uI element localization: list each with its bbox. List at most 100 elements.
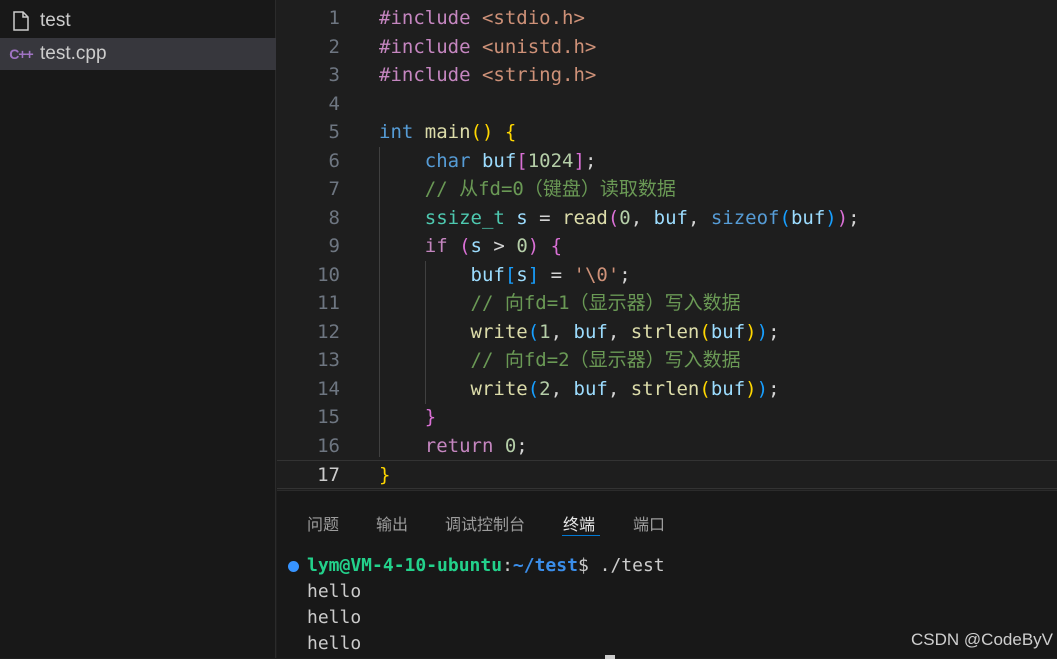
code-token: ()	[470, 121, 505, 143]
code-text: ssize_t s = read(0, buf, sizeof(buf));	[379, 204, 860, 233]
code-token: ;	[619, 263, 631, 286]
terminal-output-line: hello	[307, 581, 362, 602]
tab-terminal[interactable]: 终端	[563, 511, 595, 535]
line-number: 17	[317, 464, 340, 486]
code-token: )	[825, 206, 837, 229]
code-token: (	[459, 235, 471, 257]
code-token: (	[699, 320, 711, 343]
code-token: ,	[550, 377, 574, 400]
terminal-cursor	[605, 655, 615, 659]
cpp-file-icon: C++	[9, 46, 33, 62]
code-line[interactable]: 13 // 向fd=2（显示器）写入数据	[277, 346, 1057, 375]
code-text: #include <unistd.h>	[379, 33, 596, 62]
code-token: write	[379, 377, 528, 400]
prompt-separator: :	[502, 555, 513, 576]
code-line[interactable]: 8 ssize_t s = read(0, buf, sizeof(buf));	[277, 204, 1057, 233]
code-token: #include	[379, 64, 482, 86]
tab-problems[interactable]: 问题	[307, 511, 339, 535]
line-number: 14	[317, 377, 340, 400]
code-text: if (s > 0) {	[379, 232, 562, 261]
code-line[interactable]: 1 #include <stdio.h>	[277, 4, 1057, 33]
code-token: buf	[790, 206, 826, 229]
explorer-sidebar: test C++ test.cpp	[0, 0, 276, 658]
line-number: 15	[317, 406, 340, 428]
code-text: #include <stdio.h>	[379, 4, 585, 33]
code-token: buf	[481, 149, 517, 172]
code-token: s	[516, 263, 528, 286]
code-line[interactable]: 3 #include <string.h>	[277, 61, 1057, 90]
code-line[interactable]: 4	[277, 90, 1057, 119]
code-token: )	[745, 377, 757, 400]
code-line[interactable]: 12 write(1, buf, strlen(buf));	[277, 318, 1057, 347]
file-item-test-cpp[interactable]: C++ test.cpp	[0, 38, 276, 70]
line-number: 16	[317, 434, 340, 457]
tab-ports[interactable]: 端口	[633, 511, 665, 535]
code-text: // 向fd=2（显示器）写入数据	[379, 346, 741, 375]
file-name: test.cpp	[40, 43, 107, 64]
code-token: )	[745, 320, 757, 343]
tab-debug-console[interactable]: 调试控制台	[445, 511, 525, 535]
code-line[interactable]: 5 int main() {	[277, 118, 1057, 147]
line-number: 4	[328, 92, 340, 115]
code-text: }	[379, 403, 436, 432]
code-text: }	[379, 461, 390, 490]
code-token: ;	[768, 320, 780, 343]
code-token: ,	[687, 206, 711, 229]
code-line[interactable]: 16 return 0;	[277, 432, 1057, 461]
code-token: strlen	[630, 377, 700, 400]
code-text: buf[s] = '\0';	[379, 261, 631, 290]
prompt-user: lym@VM-4-10-ubuntu	[307, 555, 503, 576]
code-text: #include <string.h>	[379, 61, 596, 90]
line-number: 2	[328, 35, 340, 58]
code-token: 2	[539, 377, 551, 400]
code-token: s	[470, 235, 494, 257]
code-token: ,	[607, 320, 631, 343]
code-token: if	[379, 235, 460, 257]
prompt-command: $ ./test	[577, 555, 665, 576]
line-number: 3	[328, 64, 340, 86]
code-line[interactable]: 10 buf[s] = '\0';	[277, 261, 1057, 290]
code-token: ,	[550, 320, 574, 343]
code-line[interactable]: 2 #include <unistd.h>	[277, 33, 1057, 62]
code-text: // 从fd=0（键盘）读取数据	[379, 175, 676, 204]
code-line[interactable]: 7 // 从fd=0（键盘）读取数据	[277, 175, 1057, 204]
code-token: // 向fd=1（显示器）写入数据	[379, 292, 741, 314]
line-number: 5	[328, 121, 340, 143]
tab-output[interactable]: 输出	[376, 511, 408, 535]
terminal-prompt-line[interactable]: lym@VM-4-10-ubuntu:~/test$ ./test	[307, 555, 665, 576]
code-text: // 向fd=1（显示器）写入数据	[379, 289, 741, 318]
code-token: buf	[653, 206, 688, 229]
code-token: [	[516, 149, 528, 172]
code-token: buf	[379, 263, 505, 286]
code-token: ssize_t	[379, 206, 517, 229]
code-token: ;	[848, 206, 860, 229]
code-token: =	[550, 263, 574, 286]
code-line[interactable]: 6 char buf[1024];	[277, 147, 1057, 176]
code-token: buf	[710, 320, 746, 343]
line-number: 9	[328, 235, 340, 257]
code-line[interactable]: 15 }	[277, 403, 1057, 432]
code-line[interactable]: 11 // 向fd=1（显示器）写入数据	[277, 289, 1057, 318]
active-tab-indicator	[562, 535, 600, 536]
code-token: ]	[573, 149, 585, 172]
code-token: }	[379, 406, 437, 428]
code-token: '\0'	[573, 263, 620, 286]
code-token: s	[516, 206, 540, 229]
terminal-output-line: hello	[307, 633, 362, 654]
code-token: char	[379, 149, 482, 172]
code-token: buf	[710, 377, 746, 400]
code-line[interactable]: 17}	[277, 460, 1057, 489]
code-token: ,	[630, 206, 654, 229]
line-number: 11	[317, 292, 340, 314]
code-token: sizeof	[710, 206, 780, 229]
line-number: 10	[317, 263, 340, 286]
code-token: #include	[379, 35, 482, 58]
code-line[interactable]: 14 write(2, buf, strlen(buf));	[277, 375, 1057, 404]
file-item-test[interactable]: test	[0, 5, 276, 37]
code-token: {	[504, 121, 517, 143]
code-editor[interactable]: 1 #include <stdio.h> 2 #include <unistd.h> 3…	[277, 0, 1057, 490]
code-token: strlen	[630, 320, 700, 343]
code-line[interactable]: 9 if (s > 0) {	[277, 232, 1057, 261]
code-token: {	[550, 235, 563, 257]
code-token: return	[379, 434, 505, 457]
